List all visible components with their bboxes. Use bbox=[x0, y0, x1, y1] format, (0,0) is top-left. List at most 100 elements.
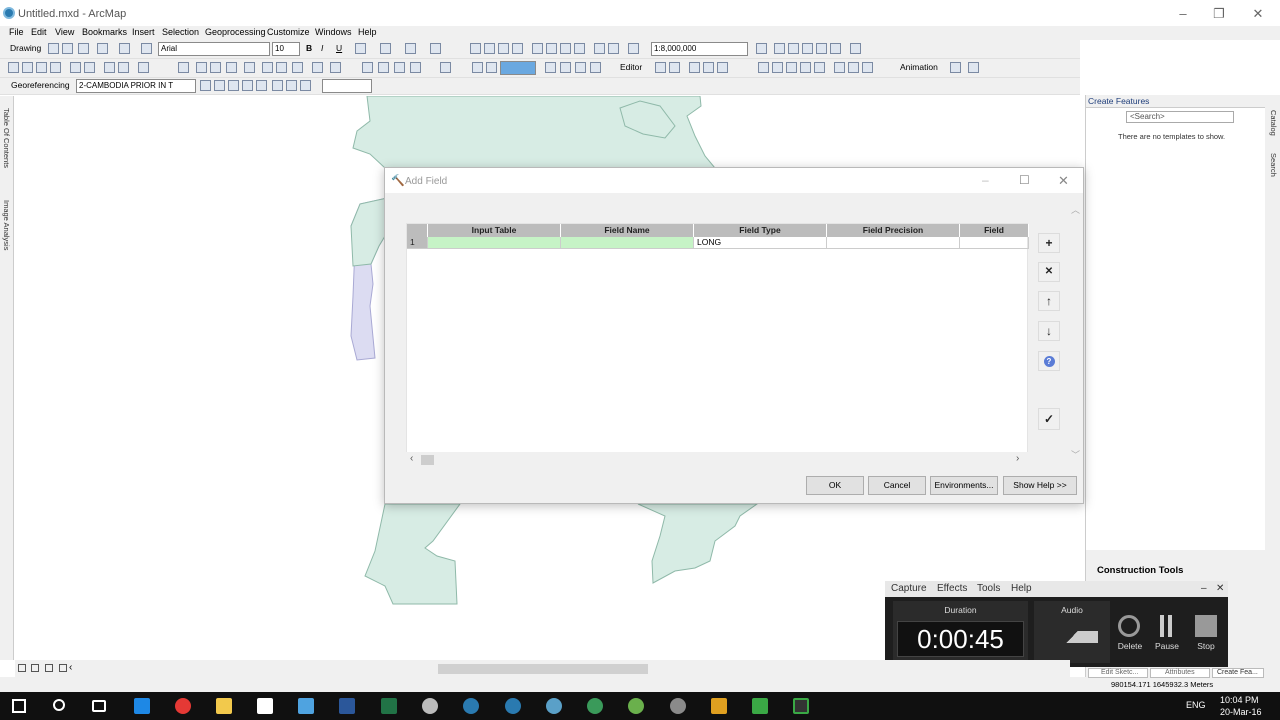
layout-page-icon[interactable] bbox=[440, 62, 451, 73]
delete-icon[interactable] bbox=[1118, 615, 1140, 637]
menu-insert[interactable]: Insert bbox=[132, 27, 155, 37]
scroll-up-icon[interactable]: ︿ bbox=[1071, 203, 1080, 216]
map-scale-select[interactable]: 1:8,000,000 bbox=[651, 42, 748, 56]
animation-manager-icon[interactable] bbox=[968, 62, 979, 73]
recorder-menu-help[interactable]: Help bbox=[1011, 583, 1032, 594]
marker-color-icon[interactable] bbox=[430, 43, 441, 54]
col-field-name[interactable]: Field Name bbox=[561, 224, 694, 237]
straight-segment-icon[interactable] bbox=[689, 62, 700, 73]
attributes-icon[interactable] bbox=[834, 62, 845, 73]
auto-registration-icon[interactable] bbox=[256, 80, 267, 91]
windows-start-icon[interactable] bbox=[12, 699, 26, 713]
cell-field-precision[interactable] bbox=[827, 237, 960, 249]
new-icon[interactable] bbox=[470, 43, 481, 54]
viewer-icon[interactable] bbox=[272, 80, 283, 91]
clock-date[interactable]: 20-Mar-16 bbox=[1220, 707, 1262, 717]
identify-icon[interactable] bbox=[196, 62, 207, 73]
map-scroll-left-icon[interactable]: ‹ bbox=[69, 662, 72, 673]
rotate-georef-icon[interactable] bbox=[200, 80, 211, 91]
rotate-icon[interactable] bbox=[62, 43, 73, 54]
rectangle-icon[interactable] bbox=[97, 43, 108, 54]
app-icon-8[interactable] bbox=[711, 698, 727, 714]
fixed-zoom-in-icon[interactable] bbox=[70, 62, 81, 73]
cut-polygons-icon[interactable] bbox=[786, 62, 797, 73]
app-icon-6[interactable] bbox=[628, 698, 644, 714]
time-slider-icon[interactable] bbox=[312, 62, 323, 73]
tab-edit-sketch[interactable]: Edit Sketc... bbox=[1088, 668, 1148, 678]
audio-level-slider[interactable] bbox=[1046, 631, 1098, 643]
scroll-down-icon[interactable]: ﹀ bbox=[1071, 448, 1080, 461]
select-features-icon[interactable] bbox=[138, 62, 149, 73]
col-field-type[interactable]: Field Type bbox=[694, 224, 827, 237]
cell-field[interactable] bbox=[960, 237, 1029, 249]
search-window-icon[interactable] bbox=[802, 43, 813, 54]
delete-icon[interactable] bbox=[574, 43, 585, 54]
georef-value-input[interactable] bbox=[322, 79, 372, 93]
copy-icon[interactable] bbox=[546, 43, 557, 54]
dialog-maximize-icon[interactable]: ☐ bbox=[1019, 173, 1030, 187]
tab-create-features[interactable]: Create Fea... bbox=[1212, 668, 1264, 678]
delete-row-icon[interactable]: ✕ bbox=[1038, 262, 1060, 282]
layout-zoom-icon[interactable] bbox=[362, 62, 373, 73]
ok-button[interactable]: OK bbox=[806, 476, 864, 495]
animation-control-icon[interactable] bbox=[950, 62, 961, 73]
recorder-minimize-icon[interactable]: – bbox=[1201, 583, 1207, 594]
arctoolbox-icon[interactable] bbox=[816, 43, 827, 54]
save-icon[interactable] bbox=[498, 43, 509, 54]
undo-icon[interactable] bbox=[594, 43, 605, 54]
model-builder-icon[interactable] bbox=[850, 43, 861, 54]
font-color-icon[interactable] bbox=[355, 43, 366, 54]
horizontal-scrollbar[interactable]: ‹ › bbox=[406, 452, 1028, 466]
edit-annotation-icon[interactable] bbox=[669, 62, 680, 73]
help-icon[interactable]: ? bbox=[1038, 351, 1060, 371]
split-icon[interactable] bbox=[800, 62, 811, 73]
map-scroll-thumb[interactable] bbox=[438, 664, 648, 674]
recorder-menu-tools[interactable]: Tools bbox=[977, 583, 1000, 594]
app-icon-7[interactable] bbox=[670, 698, 686, 714]
dialog-close-icon[interactable]: ✕ bbox=[1058, 173, 1069, 189]
callout-icon[interactable] bbox=[141, 43, 152, 54]
layout-view-icon[interactable] bbox=[31, 664, 39, 672]
recorder-menu-effects[interactable]: Effects bbox=[937, 583, 967, 594]
find-route-icon[interactable] bbox=[262, 62, 273, 73]
app-icon-3[interactable] bbox=[463, 698, 479, 714]
word-icon[interactable] bbox=[339, 698, 355, 714]
cancel-button[interactable]: Cancel bbox=[868, 476, 926, 495]
environments-button[interactable]: Environments... bbox=[930, 476, 998, 495]
language-indicator[interactable]: ENG bbox=[1186, 700, 1206, 710]
pan-icon[interactable] bbox=[36, 62, 47, 73]
menu-windows[interactable]: Windows bbox=[315, 27, 352, 37]
shift-georef-icon[interactable] bbox=[214, 80, 225, 91]
editor-toolbar-icon[interactable] bbox=[756, 43, 767, 54]
scroll-left-icon[interactable]: ‹ bbox=[410, 453, 413, 464]
line-color-icon[interactable] bbox=[405, 43, 416, 54]
file-explorer-icon[interactable] bbox=[216, 698, 232, 714]
tab-attributes[interactable]: Attributes bbox=[1150, 668, 1210, 678]
search-icon[interactable] bbox=[53, 699, 65, 711]
cell-field-type[interactable]: LONG bbox=[694, 237, 827, 249]
font-size-select[interactable]: 10 bbox=[272, 42, 300, 56]
move-down-icon[interactable]: ↓ bbox=[1038, 321, 1060, 341]
menu-selection[interactable]: Selection bbox=[162, 27, 199, 37]
layout-extent-icon[interactable] bbox=[410, 62, 421, 73]
app-icon-4[interactable] bbox=[505, 698, 521, 714]
col-input-table[interactable]: Input Table bbox=[428, 224, 561, 237]
scroll-thumb[interactable] bbox=[421, 455, 434, 465]
layout-prev-icon[interactable] bbox=[472, 62, 483, 73]
zoom-out-icon[interactable] bbox=[22, 62, 33, 73]
edit-tool-icon[interactable] bbox=[655, 62, 666, 73]
python-window-icon[interactable] bbox=[830, 43, 841, 54]
zoom-in-icon[interactable] bbox=[8, 62, 19, 73]
select-elements-icon[interactable] bbox=[48, 43, 59, 54]
arcmap-taskbar-icon[interactable] bbox=[546, 698, 562, 714]
focus-data-frame-icon[interactable] bbox=[560, 62, 571, 73]
pause-icon[interactable] bbox=[1160, 615, 1164, 637]
layout-pan-icon[interactable] bbox=[378, 62, 389, 73]
find-icon[interactable] bbox=[244, 62, 255, 73]
close-icon[interactable]: ✕ bbox=[1251, 6, 1265, 22]
paste-icon[interactable] bbox=[560, 43, 571, 54]
menu-customize[interactable]: Customize bbox=[267, 27, 310, 37]
italic-button[interactable]: I bbox=[321, 43, 323, 53]
back-icon[interactable] bbox=[104, 62, 115, 73]
link-table-icon[interactable] bbox=[286, 80, 297, 91]
